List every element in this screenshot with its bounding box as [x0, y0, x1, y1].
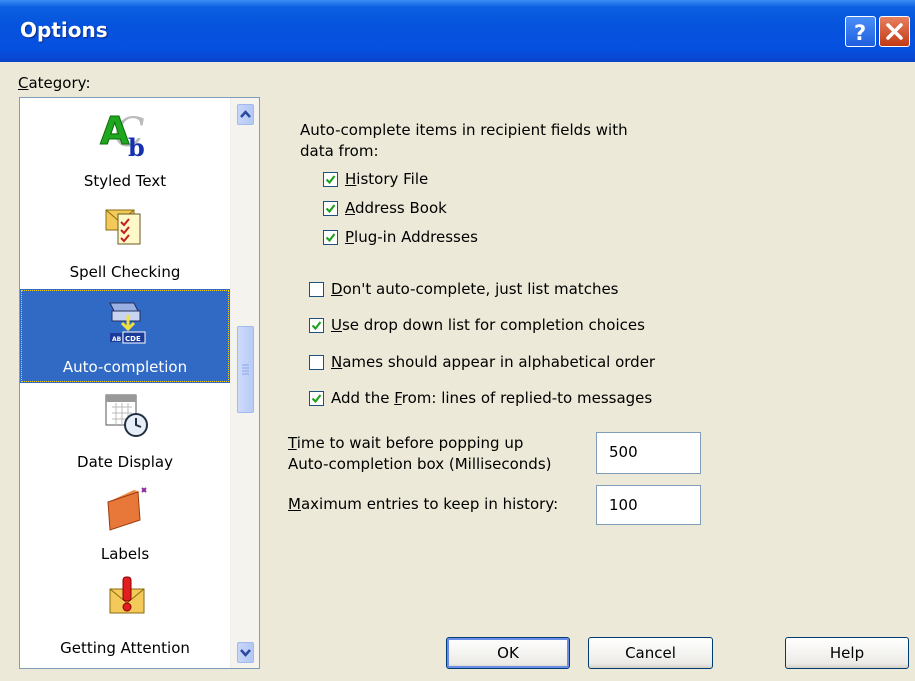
dont-autocomplete-checkbox[interactable]: [309, 282, 324, 297]
category-label-text: Date Display: [77, 453, 173, 471]
styled-text-icon: C A b: [100, 109, 145, 163]
history-file-checkbox[interactable]: [323, 172, 338, 187]
max-entries-label: Maximum entries to keep in history:: [288, 495, 559, 513]
category-labels[interactable]: Labels: [20, 476, 230, 569]
max-entries-input[interactable]: 100: [596, 485, 701, 525]
checkmark-icon: [311, 321, 322, 331]
scroll-up-button[interactable]: [237, 104, 254, 125]
category-getting-attention[interactable]: Getting Attention: [20, 569, 230, 668]
checkmark-icon: [311, 394, 322, 404]
scroll-down-button[interactable]: [237, 642, 254, 663]
category-label-text: Spell Checking: [69, 263, 181, 281]
dont-autocomplete-label[interactable]: Don't auto-complete, just list matches: [331, 280, 619, 298]
use-dropdown-checkbox[interactable]: [309, 318, 324, 333]
label-folder-icon: [107, 487, 147, 531]
use-dropdown-label[interactable]: Use drop down list for completion choice…: [331, 316, 645, 334]
cancel-button[interactable]: Cancel: [588, 637, 713, 669]
plugin-addresses-checkbox[interactable]: [323, 230, 338, 245]
question-icon: ?: [854, 21, 866, 45]
window-title: Options: [20, 18, 108, 42]
calendar-clock-icon: [105, 394, 148, 437]
category-label-text: Getting Attention: [60, 639, 190, 657]
svg-text:b: b: [128, 133, 145, 162]
plugin-addresses-label[interactable]: Plug-in Addresses: [345, 228, 478, 246]
category-label-text: Labels: [100, 545, 150, 563]
category-spell-checking[interactable]: Spell Checking: [20, 196, 230, 289]
chevron-up-icon: [240, 110, 251, 118]
help-button[interactable]: Help: [785, 637, 909, 669]
wait-time-label-line2: Auto-completion box (Milliseconds): [288, 455, 552, 473]
address-book-checkbox[interactable]: [323, 201, 338, 216]
help-title-button[interactable]: ?: [845, 16, 876, 47]
svg-text:AB: AB: [112, 336, 122, 343]
category-auto-completion[interactable]: AB CDE Auto-completion: [20, 289, 230, 383]
alphabetical-order-label[interactable]: Names should appear in alphabetical orde…: [331, 353, 655, 371]
ok-button[interactable]: OK: [446, 637, 570, 669]
autocomplete-heading-line1: Auto-complete items in recipient fields …: [300, 121, 628, 139]
title-bar: Options ?: [0, 0, 915, 62]
address-book-label[interactable]: Address Book: [345, 199, 447, 217]
svg-text:A: A: [100, 109, 130, 153]
checkmark-icon: [325, 204, 336, 214]
category-label: Category:: [18, 74, 91, 92]
alphabetical-order-checkbox[interactable]: [309, 355, 324, 370]
wait-time-label-line1: Time to wait before popping up: [288, 434, 524, 452]
scroll-thumb[interactable]: [237, 326, 254, 413]
category-list[interactable]: C A b Styled Text Spell Checking AB CDE …: [19, 97, 260, 669]
auto-completion-icon: AB CDE: [109, 302, 146, 344]
category-label-text: Auto-completion: [62, 358, 188, 376]
add-from-lines-label[interactable]: Add the From: lines of replied-to messag…: [331, 389, 652, 407]
close-icon: [886, 23, 903, 40]
autocomplete-heading-line2: data from:: [300, 142, 379, 160]
svg-text:CDE: CDE: [125, 335, 141, 343]
add-from-lines-checkbox[interactable]: [309, 391, 324, 406]
grip-icon: [242, 364, 249, 375]
category-scrollbar[interactable]: [230, 98, 259, 668]
history-file-label[interactable]: History File: [345, 170, 428, 188]
checkmark-icon: [325, 175, 336, 185]
checkmark-icon: [325, 233, 336, 243]
svg-text:?: ?: [854, 21, 866, 45]
chevron-down-icon: [240, 649, 251, 657]
attention-envelope-icon: [109, 576, 145, 614]
spell-check-icon: [105, 209, 141, 245]
category-styled-text[interactable]: C A b Styled Text: [20, 98, 230, 196]
category-label-text: Styled Text: [83, 172, 167, 190]
category-date-display[interactable]: Date Display: [20, 383, 230, 476]
wait-time-input[interactable]: 500: [596, 432, 701, 474]
close-button[interactable]: [879, 16, 910, 47]
